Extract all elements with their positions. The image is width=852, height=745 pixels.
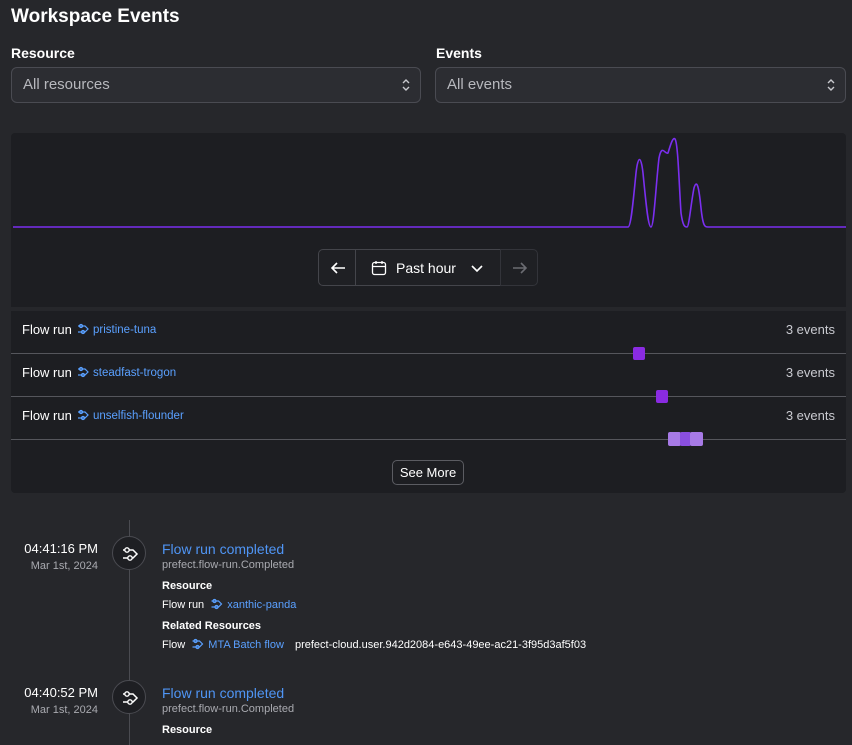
resource-type-label: Flow run <box>22 365 72 380</box>
related-resources-line: Flow MTA Batch flow prefect-cloud.user.9… <box>162 638 586 651</box>
event-title-link[interactable]: Flow run completed <box>162 541 284 557</box>
resource-link[interactable]: pristine-tuna <box>77 323 156 336</box>
arrow-right-icon <box>513 262 528 274</box>
resource-select-value: All resources <box>23 76 110 93</box>
chevron-down-icon <box>471 265 483 273</box>
resource-rows-panel: Flow run pristine-tuna 3 events Flow run… <box>11 311 846 493</box>
event-icon-badge <box>112 536 146 570</box>
event-count: 3 events <box>785 365 835 380</box>
flow-icon <box>192 638 204 650</box>
related-user[interactable]: prefect-cloud.user.942d2084-e643-49ee-ac… <box>295 639 586 651</box>
resource-type-label: Flow run <box>22 322 72 337</box>
resource-line: Flow run xanthic-panda <box>162 598 296 611</box>
page-title: Workspace Events <box>11 6 180 27</box>
prev-range-button[interactable] <box>318 249 356 286</box>
resource-name: unselfish-flounder <box>93 410 184 422</box>
resource-row[interactable]: Flow run steadfast-trogon 3 events <box>11 354 846 403</box>
events-histogram-panel: Past hour <box>11 133 846 307</box>
resource-name: pristine-tuna <box>93 324 157 336</box>
related-resources-heading: Related Resources <box>162 620 262 632</box>
flow-run-icon <box>78 409 89 421</box>
flow-run-icon <box>123 547 139 561</box>
events-select-value: All events <box>447 76 513 93</box>
time-range-nav: Past hour <box>318 249 538 286</box>
next-range-button[interactable] <box>500 249 538 286</box>
resource-select[interactable]: All resources <box>11 67 421 103</box>
event-date: Mar 1st, 2024 <box>30 560 98 572</box>
flow-run-icon <box>78 323 89 335</box>
calendar-icon <box>371 261 387 276</box>
time-range-label: Past hour <box>396 260 456 276</box>
events-histogram[interactable] <box>11 133 846 243</box>
chevron-updown-icon <box>402 79 410 91</box>
event-name: prefect.flow-run.Completed <box>162 703 295 715</box>
time-range-select[interactable]: Past hour <box>355 249 501 286</box>
see-more-button[interactable]: See More <box>392 460 464 485</box>
resource-heading: Resource <box>162 724 213 736</box>
event-time: 04:41:16 PM <box>24 541 98 556</box>
resource-link[interactable]: steadfast-trogon <box>77 366 176 379</box>
event-count: 3 events <box>785 408 835 423</box>
flow-run-icon <box>211 598 223 610</box>
resource-name: steadfast-trogon <box>93 367 177 379</box>
arrow-left-icon <box>330 262 345 274</box>
related-flow-name: MTA Batch flow <box>208 639 284 651</box>
resource-row[interactable]: Flow run unselfish-flounder 3 events <box>11 397 846 446</box>
events-filter-label: Events <box>436 45 482 61</box>
resource-type: Flow run <box>162 599 205 611</box>
related-flow-link[interactable]: MTA Batch flow <box>188 638 284 651</box>
event-time: 04:40:52 PM <box>24 685 98 700</box>
event-title-link[interactable]: Flow run completed <box>162 685 284 701</box>
flow-run-icon <box>123 691 139 705</box>
event-date: Mar 1st, 2024 <box>30 704 98 716</box>
histogram-line <box>13 137 846 228</box>
resource-heading: Resource <box>162 580 213 592</box>
event-count: 3 events <box>785 322 835 337</box>
event-marker[interactable] <box>690 432 703 446</box>
resource-link[interactable]: unselfish-flounder <box>77 409 184 422</box>
resource-type-label: Flow run <box>22 408 72 423</box>
resource-link[interactable]: xanthic-panda <box>207 598 297 611</box>
events-select[interactable]: All events <box>435 67 846 103</box>
row-timeline-axis <box>11 439 846 440</box>
event-icon-badge <box>112 680 146 714</box>
event-name: prefect.flow-run.Completed <box>162 559 295 571</box>
resource-name: xanthic-panda <box>227 599 297 611</box>
chevron-updown-icon <box>827 79 835 91</box>
resource-filter-label: Resource <box>11 45 75 61</box>
related-type: Flow <box>162 639 186 651</box>
resource-row[interactable]: Flow run pristine-tuna 3 events <box>11 311 846 360</box>
flow-run-icon <box>78 366 89 378</box>
